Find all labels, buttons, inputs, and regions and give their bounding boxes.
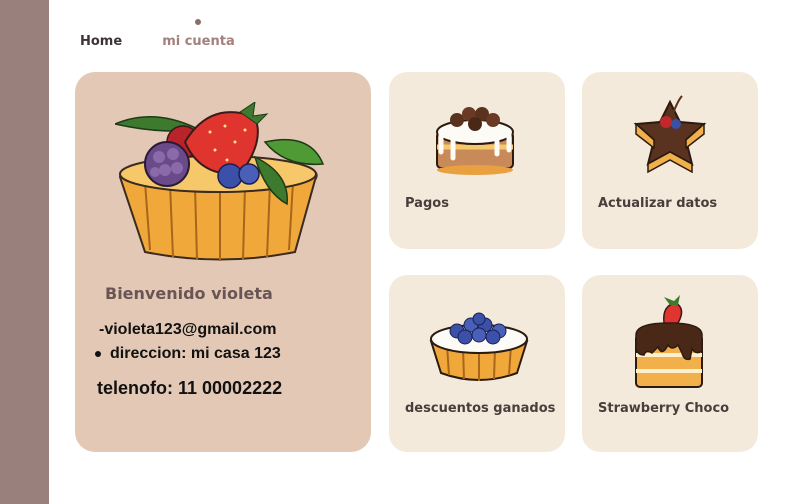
tile-strawberry-choco[interactable]: Strawberry Choco xyxy=(582,275,758,452)
tile-label-actualizar-datos: Actualizar datos xyxy=(598,196,718,211)
star-cake-icon xyxy=(633,95,707,174)
nav-mi-cuenta[interactable]: mi cuenta xyxy=(162,19,235,49)
nav-mi-cuenta-label: mi cuenta xyxy=(162,34,235,49)
tile-descuentos-ganados[interactable]: descuentos ganados xyxy=(389,275,565,452)
phone-text: telenofo: 11 00002222 xyxy=(97,378,283,398)
chocolate-cake-icon xyxy=(436,107,514,175)
tile-label-descuentos-ganados: descuentos ganados xyxy=(405,401,556,416)
active-dot-indicator xyxy=(195,19,202,25)
tile-label-strawberry-choco: Strawberry Choco xyxy=(598,401,730,416)
address-item: direccion: mi casa 123 xyxy=(95,345,281,363)
top-nav: Home mi cuenta xyxy=(80,19,235,49)
address-text: direccion: mi casa 123 xyxy=(110,345,281,362)
email-text: -violeta123@gmail.com xyxy=(99,321,277,338)
sidebar xyxy=(0,0,49,504)
tile-label-pagos: Pagos xyxy=(405,196,449,211)
profile-card: Bienvenido violeta -violeta123@gmail.com… xyxy=(75,72,371,452)
tile-actualizar-datos[interactable]: Actualizar datos xyxy=(582,72,758,249)
welcome-heading: Bienvenido violeta xyxy=(105,284,273,303)
nav-home[interactable]: Home xyxy=(80,34,122,49)
strawberry-choco-cake-icon xyxy=(635,295,703,388)
fruit-tart-icon xyxy=(115,102,325,261)
bullet-icon xyxy=(95,351,101,357)
tile-pagos[interactable]: Pagos xyxy=(389,72,565,249)
blueberry-tart-icon xyxy=(429,312,529,381)
